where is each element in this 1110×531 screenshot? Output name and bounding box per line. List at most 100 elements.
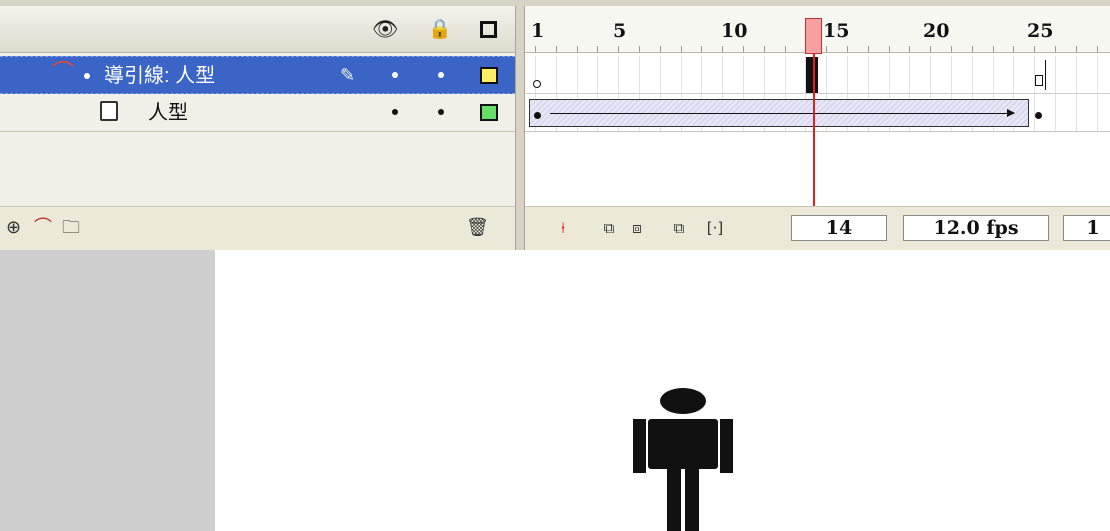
frame-rate-field[interactable]: 12.0 fps — [903, 215, 1049, 241]
outline-color-box[interactable] — [480, 104, 498, 121]
frame-cell-line — [909, 56, 911, 93]
frame-cell-line — [701, 56, 703, 93]
empty-keyframe[interactable] — [533, 80, 541, 88]
frame-cell-line — [951, 56, 952, 93]
center-frame-icon[interactable]: ⍿ — [553, 217, 573, 239]
frame-cell-line — [971, 56, 973, 93]
pasteboard — [0, 250, 215, 531]
ruler-tick — [680, 46, 682, 52]
current-frame-field: 14 — [791, 215, 887, 241]
frame-cell-line — [1013, 56, 1015, 93]
playhead-line — [813, 54, 815, 212]
frame-cell-line — [1096, 94, 1098, 131]
frame-cell-line — [659, 56, 661, 93]
frame-cell-line — [1075, 94, 1077, 131]
panel-divider[interactable] — [515, 6, 525, 250]
guide-node-icon — [84, 73, 90, 79]
eye-icon[interactable]: 👁 — [372, 18, 399, 40]
layer-name[interactable]: 導引線: 人型 — [104, 63, 215, 89]
ruler-tick — [743, 46, 744, 52]
motion-tween-span[interactable] — [529, 99, 1029, 127]
frame-cell-line — [826, 56, 828, 93]
ruler-tick — [930, 46, 932, 52]
ruler-label: 25 — [1027, 20, 1054, 42]
frames-footer: ⍿ ⧉ ⧈ ⧉ [·] 14 12.0 fps 1 — [525, 206, 1110, 250]
frame-cell-line — [743, 56, 744, 93]
onion-skin-icon[interactable]: ⧉ — [599, 217, 619, 239]
ruler-tick — [867, 46, 869, 52]
ruler-label: 1 — [531, 20, 545, 42]
frames-panel: 1 5 10 15 20 25 ⍿ ⧉ ⧈ ⧉ [·] 14 12.0 fps … — [525, 6, 1110, 250]
outline-icon[interactable] — [480, 21, 497, 38]
frame-cell-line — [867, 56, 869, 93]
ruler-tick — [639, 46, 640, 52]
lock-icon[interactable]: 🔒 — [428, 18, 452, 40]
layer-row-guide[interactable]: ⌒ 導引線: 人型 ✎ — [0, 56, 515, 94]
frame-cell-line — [1075, 56, 1077, 93]
frame-cell-line — [1055, 94, 1056, 131]
timeline-panel: 👁 🔒 ⌒ 導引線: 人型 ✎ 人型 ⊕ ⌒ 🗀 🗑 1 5 10 15 20 … — [0, 0, 1110, 250]
ruler-label: 15 — [823, 20, 850, 42]
ruler-tick — [888, 46, 890, 52]
layers-panel: 👁 🔒 ⌒ 導引線: 人型 ✎ 人型 ⊕ ⌒ 🗀 🗑 — [0, 6, 520, 250]
add-motion-guide-icon[interactable]: ⌒ — [34, 217, 52, 239]
end-frame-marker[interactable] — [1035, 75, 1043, 86]
ruler-label: 10 — [721, 20, 748, 42]
playhead-handle[interactable] — [805, 18, 822, 54]
ruler-tick — [1096, 46, 1098, 52]
ruler-tick — [535, 46, 536, 52]
frame-cell-line — [618, 56, 620, 93]
frame-cell-line — [992, 56, 994, 93]
pencil-icon: ✎ — [340, 65, 356, 86]
onion-skin-outlines-icon[interactable]: ⧈ — [627, 217, 647, 239]
edit-multiple-frames-icon[interactable]: ⧉ — [669, 217, 689, 239]
ruler-tick — [659, 46, 661, 52]
keyframe-start[interactable] — [534, 112, 541, 119]
frame-row-guide[interactable] — [525, 56, 1110, 94]
ruler-tick — [701, 46, 703, 52]
layer-row-human[interactable]: 人型 — [0, 94, 515, 132]
ruler-tick — [784, 46, 786, 52]
ruler-tick — [992, 46, 994, 52]
ruler-tick — [1013, 46, 1015, 52]
ruler-tick — [763, 46, 765, 52]
ruler-label: 5 — [613, 20, 627, 42]
visibility-toggle[interactable] — [392, 72, 398, 78]
keyframe-end[interactable] — [1035, 112, 1042, 119]
frame-cell-line — [888, 56, 890, 93]
modify-onion-markers-icon[interactable]: [·] — [705, 217, 725, 239]
ruler-tick — [951, 46, 952, 52]
ruler-tick — [1034, 46, 1036, 52]
frame-cell-line — [722, 56, 724, 93]
lock-toggle[interactable] — [438, 72, 444, 78]
frame-cell-line — [847, 56, 848, 93]
ruler-tick — [722, 46, 724, 52]
outline-color-box[interactable] — [480, 67, 498, 84]
trash-icon[interactable]: 🗑 — [466, 217, 489, 239]
frame-cell-line — [1055, 56, 1056, 93]
insert-layer-icon[interactable]: ⊕ — [6, 217, 21, 239]
elapsed-time-field: 1 — [1063, 215, 1110, 241]
lock-toggle[interactable] — [438, 109, 444, 115]
ruler-tick — [597, 46, 599, 52]
insert-layer-folder-icon[interactable]: 🗀 — [62, 217, 80, 239]
span-end-line — [1045, 60, 1046, 90]
layer-name[interactable]: 人型 — [148, 100, 188, 126]
visibility-toggle[interactable] — [392, 109, 398, 115]
ruler-tick — [971, 46, 973, 52]
current-frame-mark — [806, 57, 818, 93]
stage-area[interactable] — [0, 250, 1110, 531]
human-figure[interactable] — [633, 387, 733, 531]
ruler-tick — [618, 46, 620, 52]
frame-cell-line — [576, 56, 578, 93]
tween-arrow — [550, 109, 1015, 117]
frame-cell-line — [639, 56, 640, 93]
layers-header: 👁 🔒 — [0, 6, 515, 53]
ruler-label: 20 — [923, 20, 950, 42]
motion-guide-icon: ⌒ — [52, 61, 75, 86]
ruler-tick — [1055, 46, 1056, 52]
frame-ruler[interactable]: 1 5 10 15 20 25 — [525, 6, 1110, 54]
layer-icon — [100, 101, 118, 121]
ruler-tick — [826, 46, 828, 52]
frame-row-human[interactable] — [525, 94, 1110, 132]
